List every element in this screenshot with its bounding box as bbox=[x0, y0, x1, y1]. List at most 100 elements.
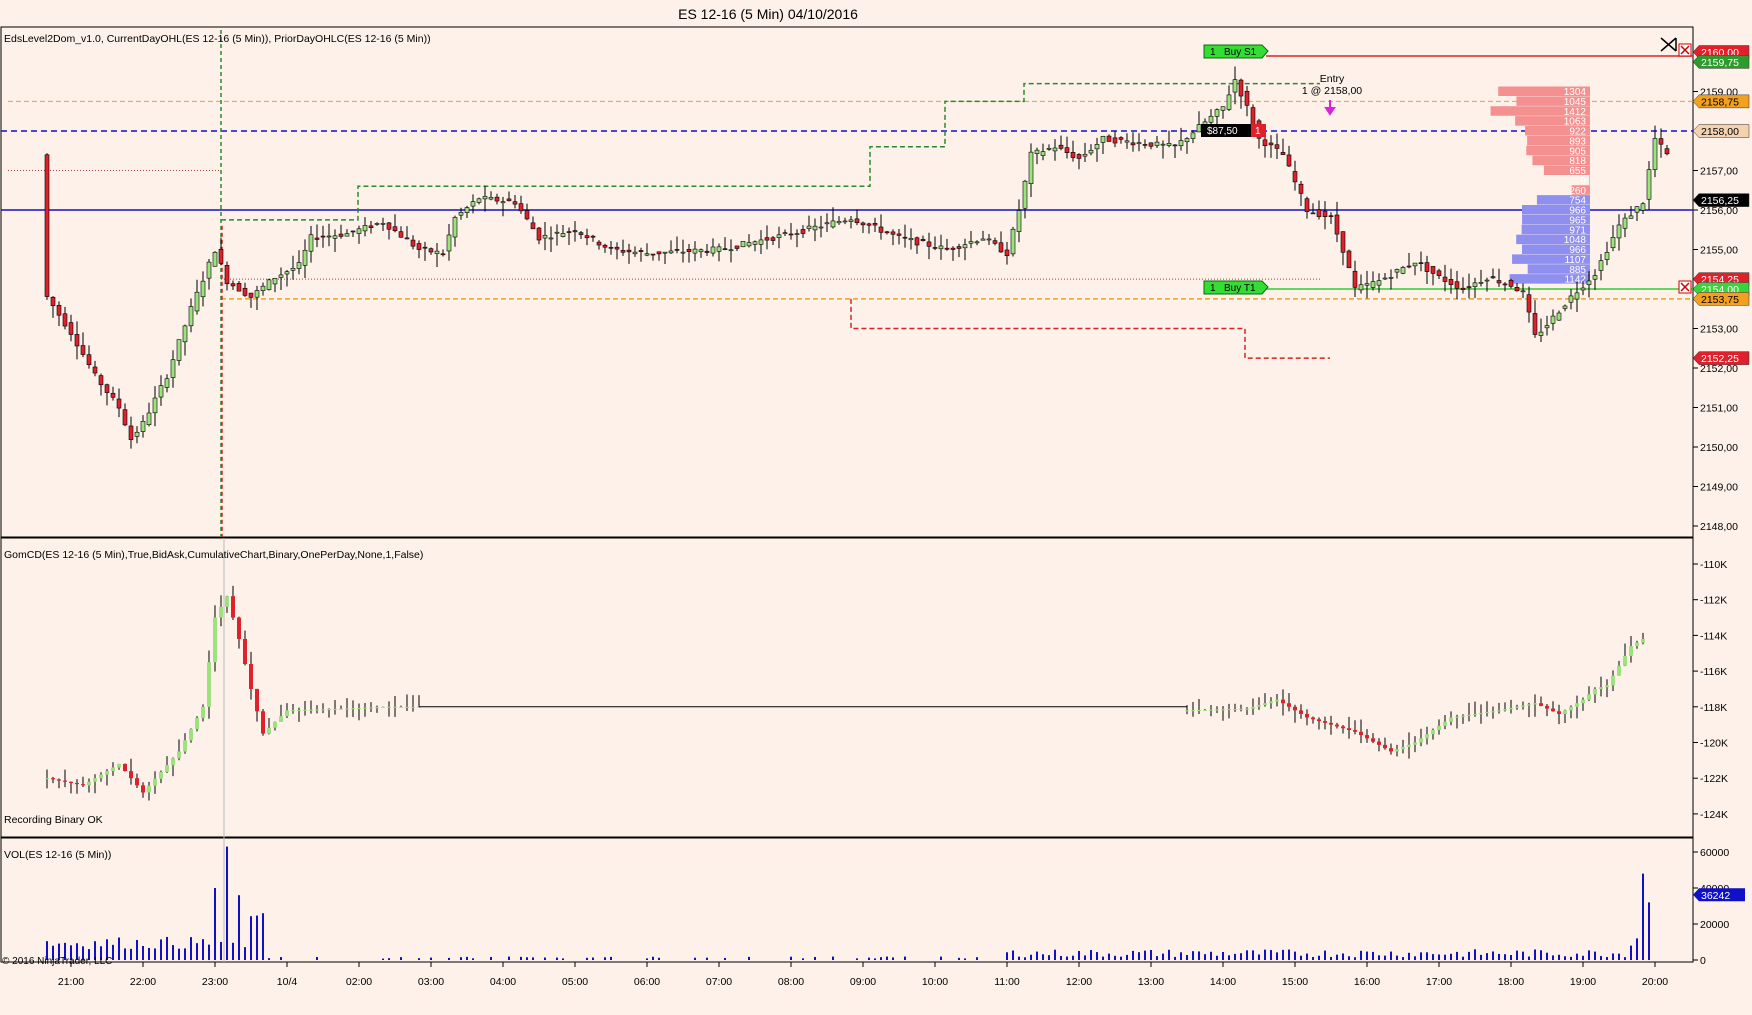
price-candle-body bbox=[1532, 313, 1538, 335]
price-candle-body bbox=[68, 322, 74, 335]
price-candle-body bbox=[776, 234, 782, 238]
cd-y-tick-label: -120K bbox=[1700, 738, 1728, 750]
cd-candle-body bbox=[1221, 709, 1225, 711]
cd-candle-body bbox=[1287, 703, 1291, 707]
cd-candle-body bbox=[267, 727, 271, 734]
vol-y-tick-label: 60000 bbox=[1700, 847, 1729, 859]
price-candle-body bbox=[410, 239, 416, 247]
price-candle-body bbox=[278, 274, 284, 278]
price-candle-body bbox=[956, 246, 962, 249]
price-candle-body bbox=[344, 233, 350, 237]
price-candle-body bbox=[542, 235, 548, 239]
price-candle-body bbox=[1298, 183, 1304, 194]
price-candle-body bbox=[638, 250, 644, 252]
price-candle-body bbox=[122, 409, 128, 426]
price-candle-body bbox=[1196, 124, 1202, 133]
price-candle-body bbox=[1514, 287, 1520, 292]
target-order-close-icon[interactable] bbox=[1678, 280, 1692, 294]
cd-candle-body bbox=[1335, 724, 1339, 727]
price-candle-body bbox=[266, 279, 272, 290]
cd-candle-body bbox=[1473, 713, 1477, 715]
price-candle-body bbox=[1340, 231, 1346, 253]
price-candle-body bbox=[1454, 281, 1460, 289]
cd-candle-body bbox=[279, 716, 283, 722]
price-candle-body bbox=[80, 345, 86, 355]
cd-candle-body bbox=[1185, 710, 1189, 712]
price-candle-body bbox=[1424, 262, 1430, 272]
cd-candle-body bbox=[1569, 706, 1573, 711]
x-tick-label: 06:00 bbox=[634, 976, 660, 988]
price-y-tick-label: 2157,00 bbox=[1700, 166, 1738, 178]
cd-candle-body bbox=[1353, 730, 1357, 732]
buy-stop-order[interactable]: 1 Buy S1 bbox=[1203, 44, 1269, 59]
price-candle-body bbox=[98, 375, 104, 386]
price-candle-body bbox=[458, 212, 464, 216]
price-candle-body bbox=[674, 249, 680, 251]
price-candle-body bbox=[1046, 148, 1052, 150]
x-tick-label: 13:00 bbox=[1138, 976, 1164, 988]
cd-candle-body bbox=[1617, 665, 1621, 676]
price-candle-body bbox=[944, 247, 950, 250]
cd-candle-body bbox=[231, 596, 235, 618]
price-candle-body bbox=[1082, 153, 1088, 157]
price-candle-body bbox=[800, 229, 806, 234]
x-tick-label: 10/4 bbox=[277, 976, 298, 988]
cd-candle-body bbox=[1395, 749, 1399, 752]
cd-candle-body bbox=[1371, 738, 1375, 742]
price-candle-body bbox=[572, 230, 578, 233]
price-candle-body bbox=[1598, 260, 1604, 271]
price-candle-body bbox=[596, 241, 602, 246]
price-candle-body bbox=[224, 265, 230, 285]
price-candle-body bbox=[338, 233, 344, 237]
dom-bid-bar bbox=[1589, 175, 1590, 185]
buy-target-order[interactable]: 1 Buy T1 bbox=[1203, 280, 1269, 295]
price-candle-body bbox=[284, 271, 290, 275]
price-candle-body bbox=[308, 234, 314, 252]
cd-candle-body bbox=[1419, 738, 1423, 743]
chart-background bbox=[0, 0, 1752, 1015]
price-candle-body bbox=[794, 233, 800, 235]
buy-stop-qty: 1 bbox=[1210, 47, 1216, 58]
price-candle-body bbox=[1220, 106, 1226, 111]
price-candle-body bbox=[1040, 151, 1046, 156]
cd-candle-body bbox=[387, 706, 391, 708]
x-tick-label: 21:00 bbox=[58, 976, 84, 988]
cd-indicator-label: GomCD(ES 12-16 (5 Min),True,BidAsk,Cumul… bbox=[4, 549, 423, 561]
price-candle-body bbox=[320, 235, 326, 238]
price-candle-body bbox=[746, 242, 752, 247]
price-candle-body bbox=[1004, 249, 1010, 257]
price-candle-body bbox=[92, 366, 98, 374]
cd-candle-body bbox=[1305, 713, 1309, 718]
price-candle-body bbox=[818, 226, 824, 229]
vol-indicator-label: VOL(ES 12-16 (5 Min)) bbox=[4, 849, 111, 861]
price-candle-body bbox=[872, 222, 878, 226]
price-candle-body bbox=[914, 237, 920, 246]
price-candle-body bbox=[1190, 132, 1196, 139]
x-tick-label: 04:00 bbox=[490, 976, 516, 988]
price-candle-body bbox=[758, 239, 764, 245]
price-candle-body bbox=[992, 240, 998, 244]
cd-candle-body bbox=[1587, 694, 1591, 700]
price-candle-body bbox=[962, 244, 968, 249]
copyright: © 2016 NinjaTrader, LLC bbox=[2, 956, 112, 967]
position-pnl: $87,50 bbox=[1207, 126, 1238, 137]
price-tag-text: 2156,25 bbox=[1701, 195, 1739, 207]
price-candle-body bbox=[668, 250, 674, 254]
cd-candle-body bbox=[1269, 701, 1273, 704]
cd-candle-body bbox=[135, 778, 139, 786]
price-candle-body bbox=[950, 247, 956, 250]
position-qty: 1 bbox=[1255, 126, 1261, 137]
price-candle-body bbox=[1352, 270, 1358, 288]
price-candle-body bbox=[176, 339, 182, 361]
price-y-tick-label: 2155,00 bbox=[1700, 245, 1738, 257]
x-tick-label: 02:00 bbox=[346, 976, 372, 988]
cd-candle-body bbox=[273, 721, 277, 728]
x-tick-label: 19:00 bbox=[1570, 976, 1596, 988]
price-candle-body bbox=[806, 225, 812, 229]
cd-candle-body bbox=[1347, 728, 1351, 731]
price-candle-body bbox=[1502, 283, 1508, 286]
position-badge[interactable]: $87,50 1 bbox=[1201, 124, 1266, 137]
cd-candle-body bbox=[1605, 685, 1609, 688]
cd-candle-body bbox=[1455, 716, 1459, 718]
cd-candle-body bbox=[1215, 709, 1219, 711]
